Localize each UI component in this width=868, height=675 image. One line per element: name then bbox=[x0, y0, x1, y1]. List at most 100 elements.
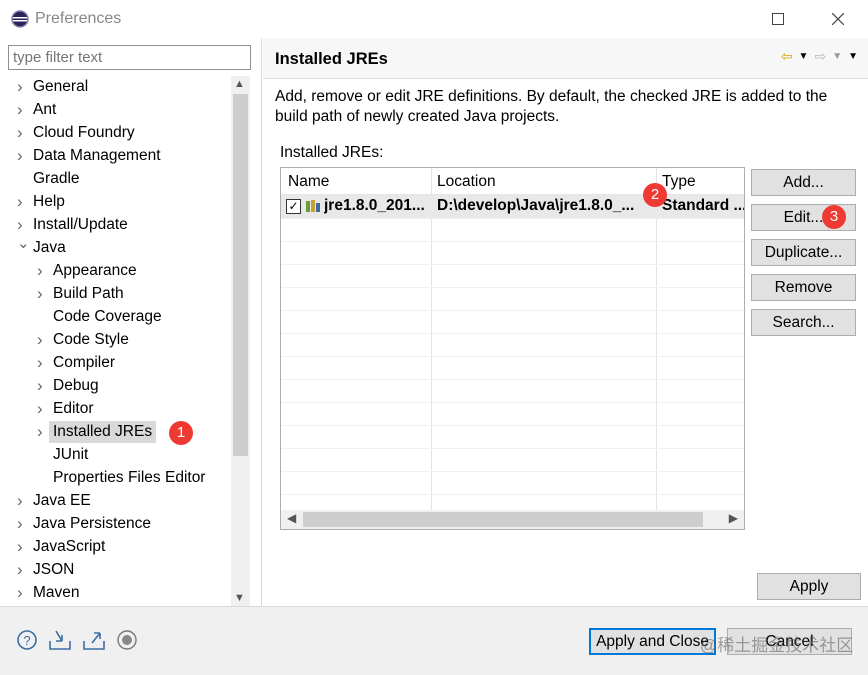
tree-item-label: Code Style bbox=[53, 331, 129, 348]
chevron-right-icon[interactable]: › bbox=[17, 145, 29, 167]
back-menu-chevron-down-icon[interactable]: ▼ bbox=[799, 51, 809, 62]
close-icon bbox=[832, 13, 844, 25]
page-description: Add, remove or edit JRE definitions. By … bbox=[275, 88, 828, 125]
tree-item[interactable]: › Java Persistence bbox=[0, 513, 230, 535]
tree-item-label: Cloud Foundry bbox=[33, 124, 135, 141]
chevron-right-icon[interactable]: › bbox=[17, 582, 29, 604]
tree-item[interactable]: › Install/Update bbox=[0, 214, 230, 236]
scroll-down-icon[interactable]: ▼ bbox=[234, 592, 245, 604]
chevron-right-icon[interactable]: › bbox=[37, 398, 49, 420]
jre-location-cell: D:\develop\Java\jre1.8.0_... bbox=[437, 197, 635, 214]
tree-item[interactable]: › JavaScript bbox=[0, 536, 230, 558]
tree-item-label: JSON bbox=[33, 561, 75, 578]
tree-item[interactable]: › Maven bbox=[0, 582, 230, 604]
import-icon[interactable] bbox=[48, 629, 72, 651]
tree-item-label: Debug bbox=[53, 377, 99, 394]
jre-type-cell: Standard ... bbox=[662, 197, 744, 214]
tree-item[interactable]: › Debug bbox=[0, 375, 230, 397]
jre-library-icon bbox=[306, 200, 320, 212]
column-header-name[interactable]: Name bbox=[288, 173, 329, 191]
tree-item-label: Properties Files Editor bbox=[53, 469, 206, 486]
tree-item[interactable]: › Java EE bbox=[0, 490, 230, 512]
scroll-up-icon[interactable]: ▲ bbox=[234, 78, 245, 90]
minimize-icon[interactable] bbox=[700, 6, 728, 32]
apply-button[interactable]: Apply bbox=[757, 573, 861, 600]
column-header-type[interactable]: Type bbox=[662, 173, 696, 191]
filter-input[interactable] bbox=[8, 45, 251, 70]
chevron-right-icon[interactable]: › bbox=[37, 260, 49, 282]
forward-arrow-icon[interactable]: ⇨ bbox=[814, 48, 826, 65]
chevron-down-icon[interactable]: ⌄ bbox=[17, 233, 30, 255]
tree-item[interactable]: ⌄ Java bbox=[0, 235, 230, 259]
tree-item[interactable]: › Compiler bbox=[0, 352, 230, 374]
tree-item[interactable]: › Help bbox=[0, 191, 230, 213]
tree-item[interactable]: Code Coverage bbox=[0, 306, 230, 328]
scroll-right-icon[interactable]: ▶ bbox=[729, 511, 738, 525]
scrollbar-thumb[interactable] bbox=[303, 512, 703, 527]
scrollbar-thumb[interactable] bbox=[233, 94, 248, 456]
back-arrow-icon[interactable]: ⇦ bbox=[781, 48, 793, 65]
tree-item[interactable]: Gradle bbox=[0, 168, 230, 190]
tree-item[interactable]: › JSON bbox=[0, 559, 230, 581]
column-header-location[interactable]: Location bbox=[437, 173, 496, 191]
tree-item[interactable]: › Cloud Foundry bbox=[0, 122, 230, 144]
chevron-right-icon[interactable]: › bbox=[37, 421, 49, 443]
remove-button[interactable]: Remove bbox=[751, 274, 856, 301]
help-icon[interactable]: ? bbox=[16, 629, 38, 651]
table-horizontal-scrollbar[interactable]: ◀ ▶ bbox=[281, 510, 744, 529]
tree-item-label: Installed JREs bbox=[49, 421, 157, 443]
chevron-right-icon[interactable]: › bbox=[37, 329, 49, 351]
export-icon[interactable] bbox=[82, 629, 106, 651]
duplicate-button[interactable]: Duplicate... bbox=[751, 239, 856, 266]
tree-item[interactable]: › General bbox=[0, 76, 230, 98]
jre-default-checkbox[interactable]: ✓ bbox=[286, 199, 301, 214]
tree-item-label: JUnit bbox=[53, 446, 89, 463]
tree-item[interactable]: › Editor bbox=[0, 398, 230, 420]
chevron-right-icon[interactable]: › bbox=[17, 99, 29, 121]
tree-item-label: Editor bbox=[53, 400, 94, 417]
chevron-right-icon[interactable]: › bbox=[17, 76, 29, 98]
tree-vertical-scrollbar[interactable]: ▲ ▼ bbox=[231, 76, 250, 606]
tree-item-label: General bbox=[33, 78, 89, 95]
tree-item[interactable]: JUnit bbox=[0, 444, 230, 466]
chevron-right-icon[interactable]: › bbox=[37, 375, 49, 397]
maximize-icon bbox=[772, 13, 784, 25]
record-icon[interactable] bbox=[116, 629, 138, 651]
table-grid-line bbox=[281, 333, 744, 334]
tree-item[interactable]: › Build Path bbox=[0, 283, 230, 305]
preferences-tree: › General › Ant › Cloud Foundry › Data Manageme… bbox=[0, 76, 232, 606]
table-grid-line bbox=[281, 310, 744, 311]
table-grid-line bbox=[281, 494, 744, 495]
table-grid-line bbox=[281, 356, 744, 357]
tree-item[interactable]: › Ant bbox=[0, 99, 230, 121]
tree-item[interactable]: › Installed JREs bbox=[0, 421, 230, 443]
chevron-right-icon[interactable]: › bbox=[17, 191, 29, 213]
forward-menu-chevron-down-icon[interactable]: ▼ bbox=[832, 51, 842, 62]
tree-item-label: Help bbox=[33, 193, 65, 210]
eclipse-app-icon bbox=[11, 10, 29, 28]
chevron-right-icon[interactable]: › bbox=[17, 490, 29, 512]
annotation-badge-3: 3 bbox=[822, 205, 846, 229]
scroll-left-icon[interactable]: ◀ bbox=[287, 511, 296, 525]
tree-item[interactable]: Properties Files Editor bbox=[0, 467, 230, 489]
chevron-right-icon[interactable]: › bbox=[17, 122, 29, 144]
search-button[interactable]: Search... bbox=[751, 309, 856, 336]
chevron-right-icon[interactable]: › bbox=[17, 536, 29, 558]
view-menu-chevron-down-icon[interactable]: ▼ bbox=[848, 51, 858, 62]
tree-item[interactable]: › Data Management bbox=[0, 145, 230, 167]
tree-item-label: Build Path bbox=[53, 285, 124, 302]
tree-item[interactable]: › Appearance bbox=[0, 260, 230, 282]
close-button[interactable] bbox=[824, 6, 852, 32]
chevron-right-icon[interactable]: › bbox=[37, 352, 49, 374]
add-button[interactable]: Add... bbox=[751, 169, 856, 196]
tree-item[interactable]: › Code Style bbox=[0, 329, 230, 351]
chevron-right-icon[interactable]: › bbox=[17, 559, 29, 581]
table-row[interactable]: ✓ jre1.8.0_201... D:\develop\Java\jre1.8… bbox=[281, 195, 744, 218]
chevron-right-icon[interactable]: › bbox=[17, 513, 29, 535]
apply-and-close-button[interactable]: Apply and Close bbox=[589, 628, 716, 655]
maximize-button[interactable] bbox=[764, 6, 792, 32]
chevron-right-icon[interactable]: › bbox=[37, 283, 49, 305]
table-grid-line bbox=[281, 287, 744, 288]
installed-jres-page: Installed JREs ⇦ ▼ ⇨ ▼ ▼ Add, remove or … bbox=[263, 38, 868, 606]
table-grid-line bbox=[281, 448, 744, 449]
